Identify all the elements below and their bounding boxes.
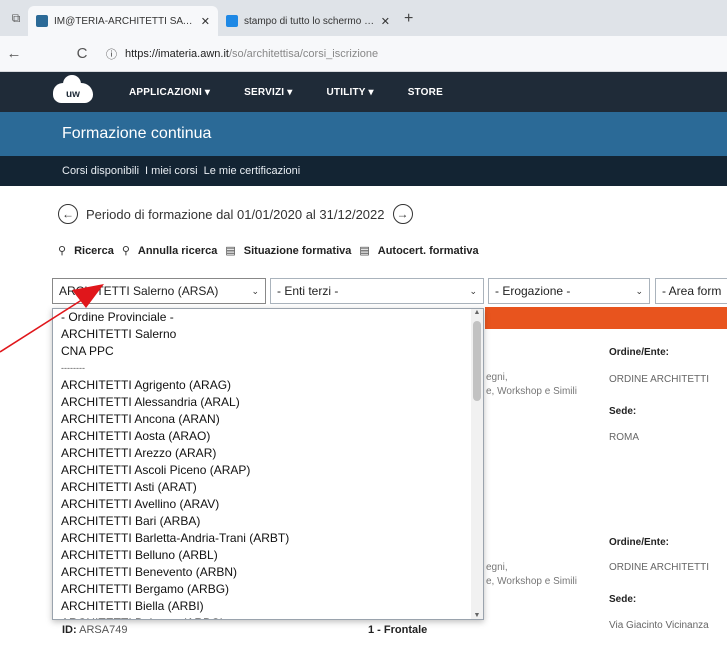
erogazione-select[interactable]: - Erogazione - ⌄ [488, 278, 650, 304]
logo-text: uw [66, 89, 80, 100]
clear-search-icon: ⚲ [121, 245, 130, 257]
period-selector: ← Periodo di formazione dal 01/01/2020 a… [58, 204, 413, 224]
card-2-ordine-value: ORDINE ARCHITETTI [609, 562, 710, 573]
bing-favicon-icon [226, 15, 238, 27]
sub-navigation: Corsi disponibili I miei corsi Le mie ce… [0, 156, 727, 186]
new-tab-button[interactable]: + [398, 10, 419, 36]
menu-applicazioni[interactable]: APPLICAZIONI ▾ [129, 87, 210, 98]
search-icon: ⚲ [58, 245, 67, 257]
scrollbar-thumb[interactable] [473, 321, 481, 401]
menu-store[interactable]: STORE [408, 87, 443, 98]
dropdown-option[interactable]: ARCHITETTI Asti (ARAT) [53, 479, 473, 496]
subnav-corsi-disponibili[interactable]: Corsi disponibili [62, 165, 139, 177]
chevron-down-icon: ⌄ [469, 285, 477, 296]
tab-title: stampo di tutto lo schermo - Bing [244, 15, 375, 27]
dropdown-option[interactable]: ARCHITETTI Arezzo (ARAR) [53, 445, 473, 462]
dropdown-option[interactable]: ARCHITETTI Ancona (ARAN) [53, 411, 473, 428]
subnav-certificazioni[interactable]: Le mie certificazioni [204, 165, 301, 177]
dropdown-option[interactable]: ARCHITETTI Bari (ARBA) [53, 513, 473, 530]
address-bar: ← C ⓘ https://imateria.awn.it/so/archite… [0, 36, 727, 72]
close-tab-icon[interactable]: ✕ [381, 15, 390, 28]
page-title: Formazione continua [0, 112, 727, 156]
main-menu: APPLICAZIONI ▾ SERVIZI ▾ UTILITY ▾ STORE [129, 87, 443, 98]
url-prefix: https:// [125, 47, 159, 60]
results-header-bar [485, 307, 727, 329]
close-tab-icon[interactable]: ✕ [201, 15, 210, 28]
browser-tab-bing[interactable]: stampo di tutto lo schermo - Bing ✕ [218, 6, 398, 36]
reload-button[interactable]: C [68, 45, 96, 62]
dropdown-option[interactable]: ARCHITETTI Benevento (ARBN) [53, 564, 473, 581]
card-1-sede-value: ROMA [609, 432, 639, 443]
subnav-miei-corsi[interactable]: I miei corsi [145, 165, 198, 177]
card-2-sede-label: Sede: [609, 594, 637, 605]
course-id: ID: ARSA749 [62, 624, 127, 636]
ordine-select-value: ARCHITETTI Salerno (ARSA) [59, 284, 219, 298]
card-2-ordine-label: Ordine/Ente: [609, 537, 670, 548]
area-formativa-select[interactable]: - Area form [655, 278, 727, 304]
erogazione-select-value: - Erogazione - [495, 284, 571, 298]
scroll-down-icon[interactable]: ▼ [471, 612, 483, 619]
course-mode: 1 - Frontale [368, 624, 428, 636]
dropdown-option[interactable]: ARCHITETTI Bologna (ARBO) [53, 615, 473, 619]
dropdown-option[interactable]: ARCHITETTI Barletta-Andria-Trani (ARBT) [53, 530, 473, 547]
dropdown-option[interactable]: ARCHITETTI Bergamo (ARBG) [53, 581, 473, 598]
dropdown-option[interactable]: ARCHITETTI Alessandria (ARAL) [53, 394, 473, 411]
url-path: /so/architettisa/corsi_iscrizione [228, 47, 379, 60]
tab-title: IM@TERIA-ARCHITETTI SA Forn [54, 15, 195, 27]
print-icon: ▤ [359, 245, 370, 257]
enti-terzi-select[interactable]: - Enti terzi - ⌄ [270, 278, 484, 304]
card-2-category: egni, [486, 562, 508, 573]
period-text: Periodo di formazione dal 01/01/2020 al … [86, 206, 385, 222]
dropdown-option[interactable]: ARCHITETTI Salerno [53, 326, 473, 343]
browser-tab-imateria[interactable]: IM@TERIA-ARCHITETTI SA Forn ✕ [28, 6, 218, 36]
browser-tab-bar: ⧉ IM@TERIA-ARCHITETTI SA Forn ✕ stampo d… [0, 0, 727, 36]
dropdown-option[interactable]: ARCHITETTI Agrigento (ARAG) [53, 377, 473, 394]
scroll-up-icon[interactable]: ▲ [471, 309, 483, 316]
dropdown-option[interactable]: ARCHITETTI Biella (ARBI) [53, 598, 473, 615]
menu-servizi[interactable]: SERVIZI ▾ [244, 87, 292, 98]
card-2-sede-value: Via Giacinto Vicinanza [609, 620, 709, 631]
url-host: imateria.awn.it [158, 47, 229, 60]
tab-actions-icon[interactable]: ⧉ [4, 6, 28, 30]
cloud-favicon-icon [36, 15, 48, 27]
dropdown-option[interactable]: ARCHITETTI Aosta (ARAO) [53, 428, 473, 445]
situazione-formativa-link[interactable]: Situazione formativa [244, 245, 352, 257]
ordine-dropdown-list: - Ordine Provinciale - ARCHITETTI Salerno… [52, 308, 484, 620]
card-1-category: egni, [486, 372, 508, 383]
dropdown-option[interactable]: ARCHITETTI Ascoli Piceno (ARAP) [53, 462, 473, 479]
annulla-ricerca-link[interactable]: Annulla ricerca [138, 245, 217, 257]
app-header: uw APPLICAZIONI ▾ SERVIZI ▾ UTILITY ▾ ST… [0, 72, 727, 112]
next-period-icon[interactable]: → [392, 204, 413, 224]
dropdown-scrollbar[interactable]: ▲ ▼ [471, 309, 483, 619]
uw-logo[interactable]: uw [53, 75, 93, 105]
print-icon: ▤ [225, 245, 236, 257]
card-2-type: e, Workshop e Simili [486, 576, 577, 587]
card-1-ordine-value: ORDINE ARCHITETTI [609, 374, 710, 385]
menu-utility[interactable]: UTILITY ▾ [326, 87, 373, 98]
autocert-formativa-link[interactable]: Autocert. formativa [378, 245, 479, 257]
id-label: ID: [62, 624, 77, 636]
area-formativa-select-value: - Area form [662, 284, 722, 298]
dropdown-option[interactable]: CNA PPC [53, 343, 473, 360]
dropdown-option[interactable]: - Ordine Provinciale - [53, 309, 473, 326]
search-toolbar: ⚲ Ricerca ⚲ Annulla ricerca ▤ Situazione… [58, 244, 479, 258]
enti-terzi-select-value: - Enti terzi - [277, 284, 339, 298]
dropdown-option[interactable]: ARCHITETTI Avellino (ARAV) [53, 496, 473, 513]
id-value: ARSA749 [79, 624, 128, 636]
card-1-ordine-label: Ordine/Ente: [609, 347, 670, 358]
url-field[interactable]: ⓘ https://imateria.awn.it/so/architettis… [106, 46, 378, 62]
chevron-down-icon: ⌄ [251, 285, 259, 296]
ricerca-link[interactable]: Ricerca [74, 245, 114, 257]
ordine-select[interactable]: ARCHITETTI Salerno (ARSA) ⌄ [52, 278, 266, 304]
card-1-sede-label: Sede: [609, 406, 637, 417]
dropdown-option[interactable]: ARCHITETTI Belluno (ARBL) [53, 547, 473, 564]
page-info-icon[interactable]: ⓘ [106, 46, 117, 62]
dropdown-options: - Ordine Provinciale - ARCHITETTI Salerno… [53, 309, 473, 619]
card-1-type: e, Workshop e Simili [486, 386, 577, 397]
chevron-down-icon: ⌄ [635, 285, 643, 296]
dropdown-option[interactable]: -------- [53, 360, 473, 377]
back-button[interactable]: ← [0, 45, 28, 62]
previous-period-icon[interactable]: ← [58, 204, 78, 224]
